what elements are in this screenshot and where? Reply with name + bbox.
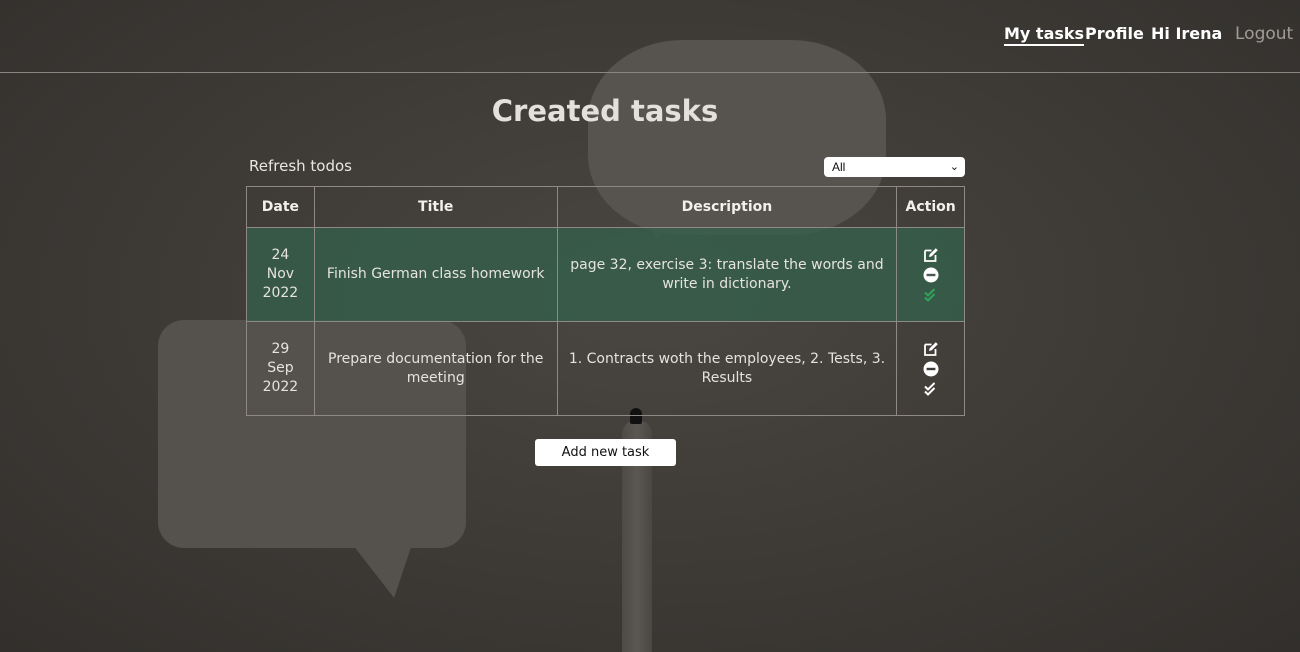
task-date-day: 29 (271, 341, 290, 357)
task-title: Finish German class homework (313, 227, 558, 322)
user-greeting: Hi Irena (1151, 24, 1223, 43)
task-title: Prepare documentation for the meeting (313, 321, 558, 416)
remove-circle-icon[interactable] (923, 267, 939, 283)
chevron-down-icon: ⌄ (949, 161, 959, 173)
status-filter-selected-value: All (832, 160, 846, 174)
task-date-month: Nov (266, 266, 295, 282)
nav-my-tasks[interactable]: My tasks (1004, 24, 1085, 46)
task-date: 24 Nov 2022 (246, 227, 315, 322)
table-row: 29 Sep 2022 Prepare documentation for th… (246, 321, 965, 416)
task-date-year: 2022 (262, 379, 299, 395)
column-header-action: Action (896, 186, 965, 228)
double-check-icon[interactable] (923, 381, 939, 397)
remove-circle-icon[interactable] (923, 361, 939, 377)
task-actions (896, 227, 965, 322)
double-check-icon[interactable] (923, 287, 939, 303)
task-date-year: 2022 (262, 285, 299, 301)
task-date: 29 Sep 2022 (246, 321, 315, 416)
column-header-title: Title (313, 186, 558, 228)
status-filter-select[interactable]: All ⌄ (824, 157, 965, 177)
task-date-month: Sep (267, 360, 294, 376)
tasks-table: Date Title Description Action 24 Nov 202… (246, 186, 965, 416)
nav-profile[interactable]: Profile (1085, 24, 1144, 43)
table-header-row: Date Title Description Action (246, 186, 965, 228)
refresh-todos-link[interactable]: Refresh todos (249, 157, 352, 175)
task-actions (896, 321, 965, 416)
column-header-description: Description (556, 186, 898, 228)
add-new-task-button[interactable]: Add new task (535, 439, 676, 466)
column-header-date: Date (246, 186, 315, 228)
nav-logout[interactable]: Logout (1235, 24, 1293, 44)
task-description: page 32, exercise 3: translate the words… (556, 227, 898, 322)
edit-icon[interactable] (923, 247, 939, 263)
page-title: Created tasks (491, 94, 719, 128)
task-description: 1. Contracts woth the employees, 2. Test… (556, 321, 898, 416)
table-row: 24 Nov 2022 Finish German class homework… (246, 227, 965, 322)
task-date-day: 24 (271, 247, 290, 263)
top-navbar: My tasks Profile Hi Irena Logout (0, 0, 1300, 73)
edit-icon[interactable] (923, 341, 939, 357)
